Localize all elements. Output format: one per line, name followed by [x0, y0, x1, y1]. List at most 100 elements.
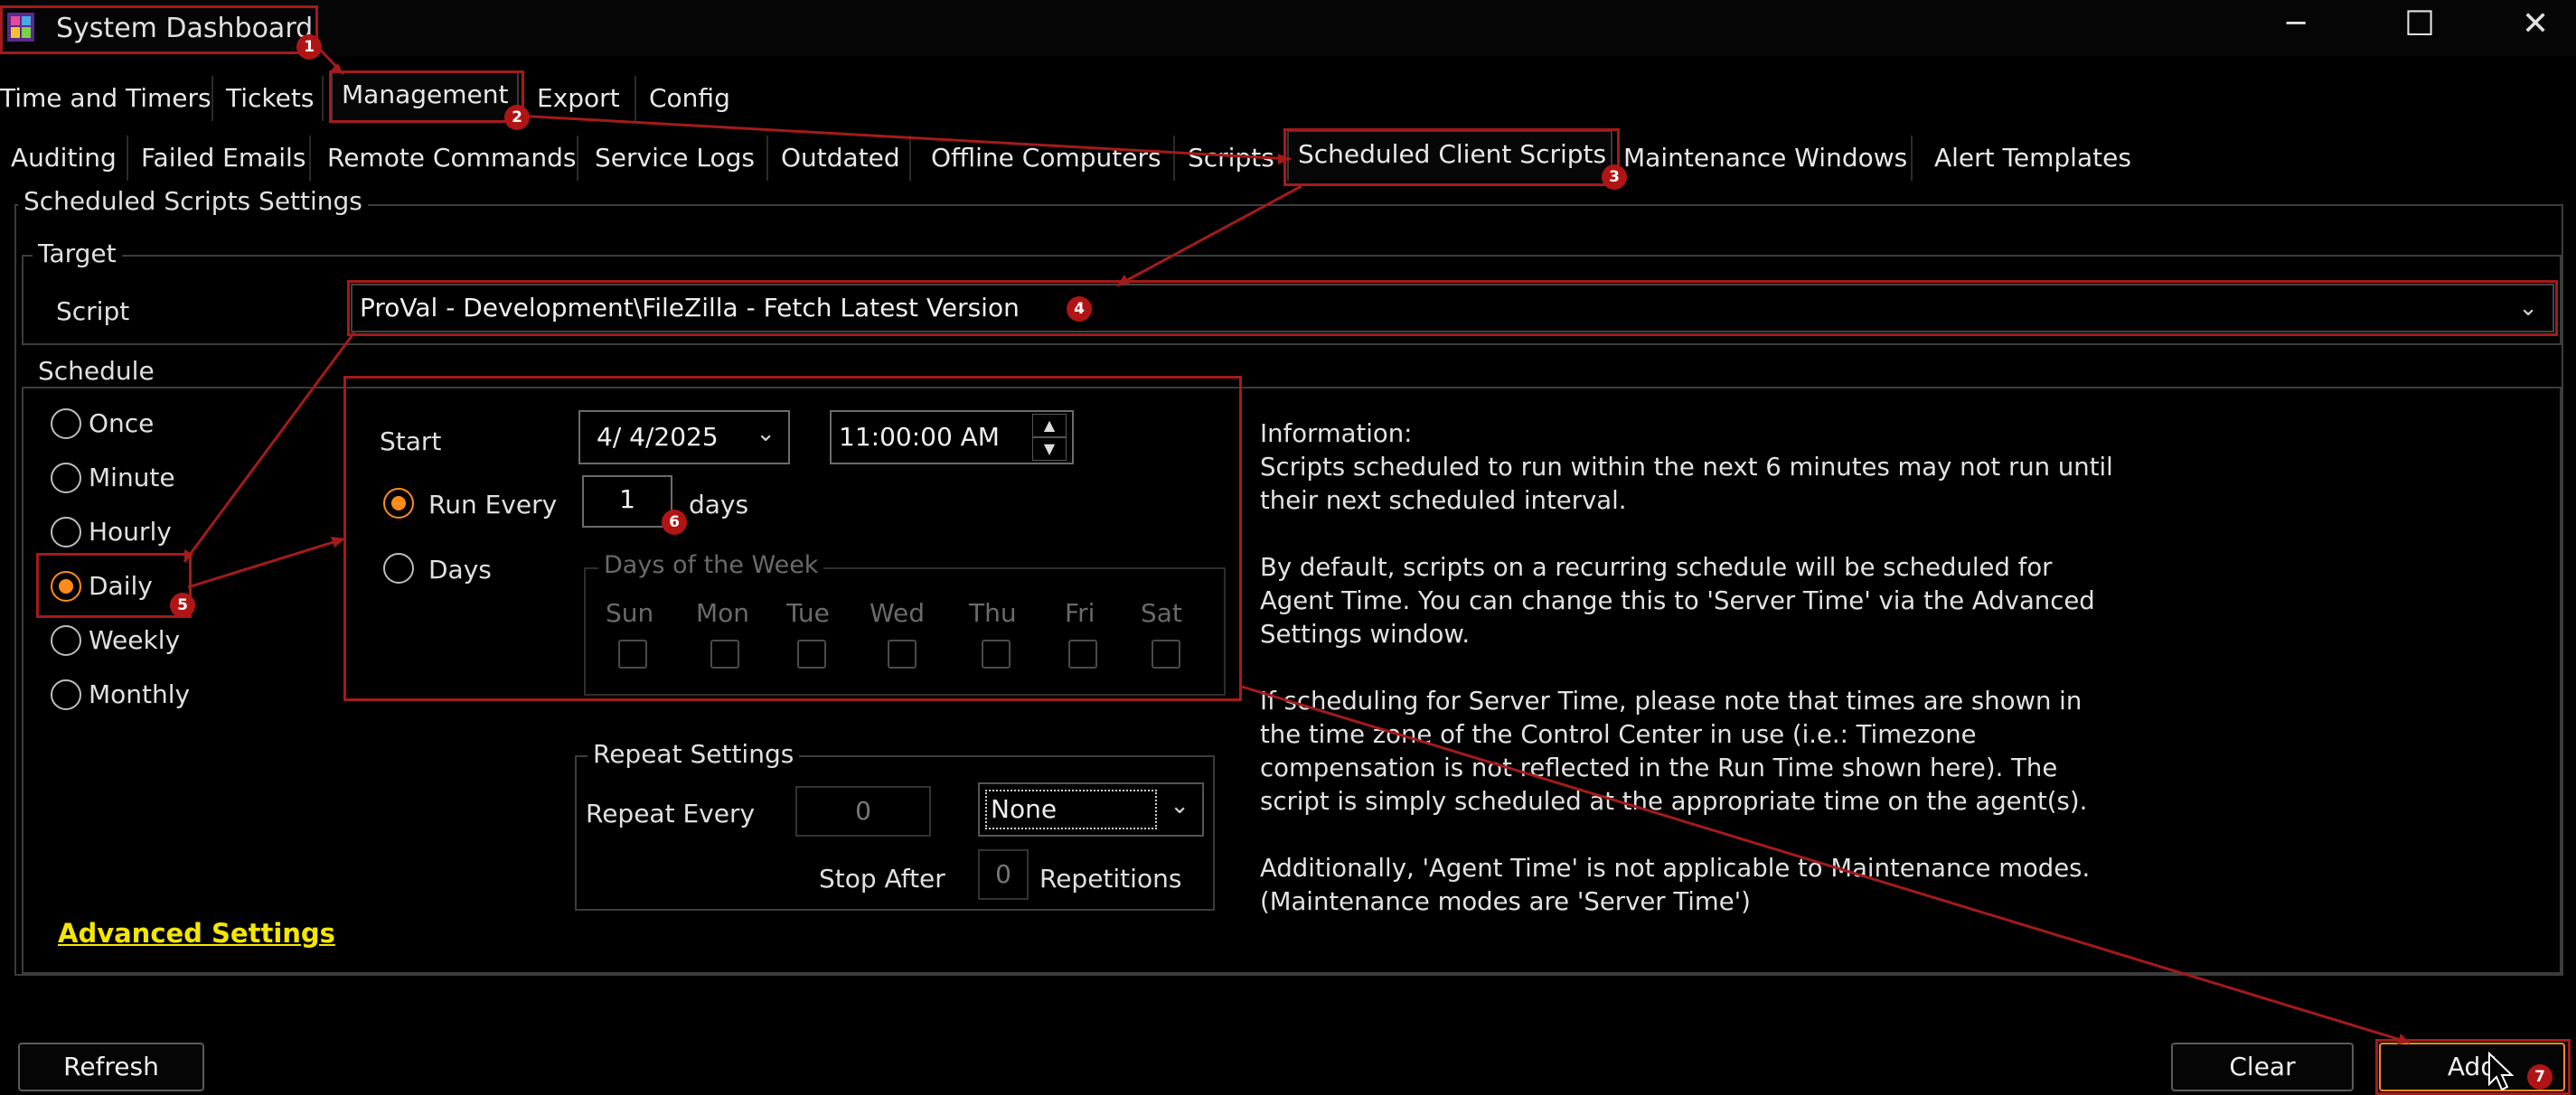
annotation-badge-3: 3 — [1602, 164, 1627, 190]
mouse-cursor-icon — [2487, 1051, 2515, 1095]
repeat-settings-title: Repeat Settings — [588, 739, 800, 769]
weekday-tue-label: Tue — [786, 598, 830, 628]
repeat-every-label: Repeat Every — [586, 799, 756, 828]
tab-failed-emails[interactable]: Failed Emails — [132, 136, 311, 181]
info-line: If scheduling for Server Time, please no… — [1260, 687, 2082, 716]
chevron-down-icon: ⌄ — [2518, 295, 2538, 322]
weekday-mon-checkbox[interactable] — [710, 640, 739, 669]
window-title: System Dashboard — [56, 13, 314, 44]
script-label: Script — [56, 296, 130, 326]
repeat-unit-select[interactable]: None ⌄ — [978, 782, 1204, 837]
tab-tickets[interactable]: Tickets — [217, 76, 324, 121]
info-line: By default, scripts on a recurring sched… — [1260, 553, 2053, 582]
weekday-thu-checkbox[interactable] — [982, 640, 1011, 669]
radio-run-every[interactable] — [383, 488, 414, 519]
run-every-input[interactable]: 1 — [582, 475, 672, 528]
repeat-unit-value: None — [991, 794, 1058, 824]
target-title: Target — [33, 239, 122, 268]
annotation-badge-5: 5 — [170, 593, 195, 618]
repeat-every-value: 0 — [855, 796, 871, 826]
info-line: Scripts scheduled to run within the next… — [1260, 453, 2113, 482]
info-line: (Maintenance modes are 'Server Time') — [1260, 887, 1751, 916]
weekday-tue-checkbox[interactable] — [797, 640, 826, 669]
weekday-wed-label: Wed — [870, 598, 926, 628]
tab-management[interactable]: Management — [331, 70, 519, 121]
tab-offline-computers[interactable]: Offline Computers — [922, 136, 1175, 181]
radio-weekly-label: Weekly — [89, 625, 181, 655]
tab-scripts[interactable]: Scripts — [1179, 136, 1278, 181]
minimize-icon[interactable]: ─ — [2287, 5, 2305, 42]
start-label: Start — [380, 426, 442, 456]
run-every-label: Run Every — [428, 490, 558, 519]
repeat-unit-focus: None — [985, 790, 1157, 829]
weekday-sun-label: Sun — [606, 598, 654, 628]
weekday-fri-label: Fri — [1065, 598, 1095, 628]
clear-button[interactable]: Clear — [2171, 1043, 2354, 1091]
days-of-week-title: Days of the Week — [598, 551, 824, 579]
annotation-badge-1: 1 — [296, 34, 322, 60]
tab-service-logs[interactable]: Service Logs — [586, 136, 768, 181]
weekday-thu-label: Thu — [969, 598, 1017, 628]
annotation-badge-7: 7 — [2527, 1064, 2552, 1090]
tab-alert-templates[interactable]: Alert Templates — [1925, 136, 2142, 181]
tab-export[interactable]: Export — [528, 76, 636, 121]
info-line: compensation is not reflected in the Run… — [1260, 753, 2058, 782]
information-panel: Information: Scripts scheduled to run wi… — [1260, 417, 2113, 919]
maximize-icon[interactable]: ☐ — [2404, 4, 2435, 43]
chevron-down-icon: ⌄ — [756, 420, 776, 447]
tab-scheduled-client-scripts[interactable]: Scheduled Client Scripts — [1287, 130, 1612, 181]
weekday-mon-label: Mon — [696, 598, 750, 628]
sub-tab-strip: Auditing Failed Emails Remote Commands S… — [0, 130, 2576, 181]
days-of-week-group — [584, 567, 1226, 696]
scheduled-scripts-settings-title: Scheduled Scripts Settings — [18, 186, 368, 216]
start-time-value: 11:00:00 AM — [839, 422, 1000, 452]
tab-outdated[interactable]: Outdated — [772, 136, 911, 181]
time-spinner-down-icon[interactable]: ▼ — [1032, 437, 1067, 461]
weekday-sat-checkbox[interactable] — [1152, 640, 1180, 669]
stop-after-value: 0 — [995, 859, 1011, 889]
days-label: Days — [428, 555, 492, 585]
close-icon[interactable]: ✕ — [2522, 5, 2549, 42]
stop-after-input[interactable]: 0 — [978, 849, 1029, 900]
tab-time-and-timers[interactable]: Time and Timers — [0, 76, 213, 121]
repeat-every-input[interactable]: 0 — [795, 786, 931, 837]
weekday-sun-checkbox[interactable] — [618, 640, 647, 669]
info-line: their next scheduled interval. — [1260, 486, 1627, 515]
tab-remote-commands[interactable]: Remote Commands — [318, 136, 578, 181]
radio-daily-label: Daily — [89, 571, 153, 601]
tab-maintenance-windows[interactable]: Maintenance Windows — [1614, 136, 1913, 181]
weekday-wed-checkbox[interactable] — [888, 640, 917, 669]
radio-monthly-label: Monthly — [89, 679, 191, 709]
main-tab-strip: Time and Timers Tickets Management Expor… — [0, 70, 2576, 121]
script-select[interactable]: ProVal - Development\FileZilla - Fetch L… — [351, 284, 2554, 332]
chevron-down-icon: ⌄ — [1170, 792, 1189, 819]
radio-weekly[interactable] — [51, 625, 81, 656]
info-line: the time zone of the Control Center in u… — [1260, 720, 1977, 749]
radio-once-label: Once — [89, 408, 155, 438]
radio-hourly-label: Hourly — [89, 517, 172, 547]
weekday-fri-checkbox[interactable] — [1068, 640, 1097, 669]
annotation-badge-6: 6 — [662, 510, 687, 535]
radio-minute[interactable] — [51, 463, 81, 493]
title-bar: System Dashboard ─ ☐ ✕ — [0, 0, 2576, 56]
tab-auditing[interactable]: Auditing — [2, 136, 128, 181]
script-select-value: ProVal - Development\FileZilla - Fetch L… — [360, 293, 1020, 323]
advanced-settings-link[interactable]: Advanced Settings — [58, 918, 335, 949]
radio-hourly[interactable] — [51, 517, 81, 548]
schedule-title: Schedule — [33, 356, 160, 386]
radio-days[interactable] — [383, 553, 414, 584]
stop-after-label: Stop After — [819, 864, 945, 894]
information-title: Information: — [1260, 419, 1413, 448]
info-line: Agent Time. You can change this to 'Serv… — [1260, 586, 2095, 615]
start-time-picker[interactable]: 11:00:00 AM ▲ ▼ — [830, 410, 1074, 464]
radio-daily[interactable] — [51, 571, 81, 602]
refresh-button[interactable]: Refresh — [18, 1043, 204, 1091]
radio-once[interactable] — [51, 408, 81, 439]
tab-config[interactable]: Config — [640, 76, 739, 121]
radio-monthly[interactable] — [51, 679, 81, 710]
dashboard-app-icon — [5, 9, 38, 45]
start-date-picker[interactable]: 4/ 4/2025 ⌄ — [578, 410, 790, 464]
run-every-unit: days — [689, 490, 749, 519]
info-line: Additionally, 'Agent Time' is not applic… — [1260, 854, 2091, 883]
time-spinner-up-icon[interactable]: ▲ — [1032, 414, 1067, 437]
